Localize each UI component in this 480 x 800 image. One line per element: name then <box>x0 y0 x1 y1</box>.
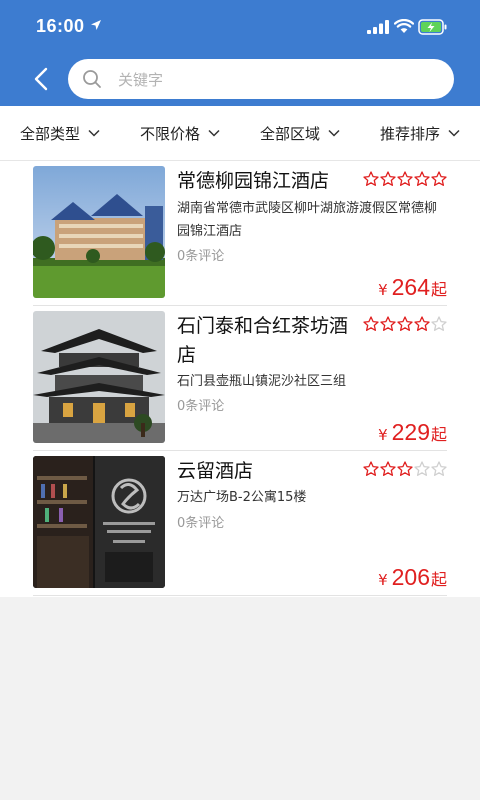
search-input[interactable] <box>116 59 440 101</box>
star-icon <box>414 171 430 186</box>
price-currency: ¥ <box>378 571 388 589</box>
star-icon <box>363 461 379 476</box>
filter-area-label: 全部区域 <box>259 124 320 143</box>
star-icon <box>397 171 413 186</box>
star-icon <box>431 316 447 331</box>
chevron-left-icon <box>34 67 48 91</box>
search-icon <box>83 70 101 88</box>
star-icon <box>380 171 396 186</box>
hotel-address: 万达广场B-2公寓15楼 <box>177 490 307 505</box>
price-currency: ¥ <box>378 281 388 299</box>
star-icon <box>397 316 413 331</box>
star-rating <box>363 316 447 332</box>
hotel-photo <box>33 311 165 443</box>
filter-type-dropdown[interactable]: 全部类型 <box>0 106 120 160</box>
filter-bar: 全部类型 不限价格 全部区域 推荐排序 <box>0 106 480 161</box>
review-count: 0条评论 <box>177 249 225 264</box>
signal-icon <box>367 20 389 34</box>
price-amount: 264 <box>391 274 430 300</box>
status-bar: 16:00 <box>0 0 480 54</box>
chevron-down-icon <box>328 129 340 137</box>
chevron-down-icon <box>448 129 460 137</box>
price-amount: 206 <box>391 564 430 590</box>
hotel-address: 湖南省常德市武陵区柳叶湖旅游渡假区常德柳园锦江酒店 <box>177 201 438 239</box>
hotel-address: 石门县壶瓶山镇泥沙社区三组 <box>177 374 347 389</box>
star-icon <box>380 316 396 331</box>
filter-type-label: 全部类型 <box>19 124 80 143</box>
star-icon <box>414 316 430 331</box>
star-icon <box>363 171 379 186</box>
hotel-list: 常德柳园锦江酒店 湖南省常德市武陵区柳叶湖旅游渡假区常德柳园锦江酒店 0条评论 … <box>0 161 480 597</box>
star-icon <box>363 316 379 331</box>
hotel-name: 常德柳园锦江酒店 <box>177 170 330 192</box>
star-icon <box>414 461 430 476</box>
filter-price-dropdown[interactable]: 不限价格 <box>120 106 240 160</box>
star-icon <box>380 461 396 476</box>
hotel-price: ¥ 229 起 <box>378 419 447 446</box>
location-arrow-icon <box>91 20 101 30</box>
hotel-card[interactable]: 石门泰和合红茶坊酒店 石门县壶瓶山镇泥沙社区三组 0条评论 ¥ 229 起 <box>33 306 447 451</box>
star-icon <box>431 461 447 476</box>
hotel-card[interactable]: 常德柳园锦江酒店 湖南省常德市武陵区柳叶湖旅游渡假区常德柳园锦江酒店 0条评论 … <box>33 161 447 306</box>
star-icon <box>431 171 447 186</box>
price-currency: ¥ <box>378 426 388 444</box>
hotel-card[interactable]: 云留酒店 万达广场B-2公寓15楼 0条评论 ¥ 206 起 <box>33 451 447 596</box>
search-box[interactable] <box>68 59 454 101</box>
filter-sort-label: 推荐排序 <box>379 124 440 143</box>
status-time: 16:00 <box>36 16 85 36</box>
header: 16:00 <box>0 0 480 106</box>
star-rating <box>363 461 447 477</box>
review-count: 0条评论 <box>177 516 225 531</box>
review-count: 0条评论 <box>177 399 225 414</box>
back-button[interactable] <box>24 62 58 96</box>
filter-price-label: 不限价格 <box>139 124 200 143</box>
hotel-price: ¥ 206 起 <box>378 564 447 591</box>
hotel-name: 石门泰和合红茶坊酒店 <box>177 315 349 366</box>
hotel-photo <box>33 456 165 588</box>
hotel-name: 云留酒店 <box>177 460 254 482</box>
price-suffix: 起 <box>430 280 447 299</box>
price-amount: 229 <box>391 419 430 445</box>
hotel-price: ¥ 264 起 <box>378 274 447 301</box>
chevron-down-icon <box>88 129 100 137</box>
filter-area-dropdown[interactable]: 全部区域 <box>240 106 360 160</box>
chevron-down-icon <box>208 129 220 137</box>
hotel-photo <box>33 166 165 298</box>
battery-charging-icon <box>418 19 447 35</box>
star-rating <box>363 171 447 187</box>
star-icon <box>397 461 413 476</box>
filter-sort-dropdown[interactable]: 推荐排序 <box>360 106 480 160</box>
wifi-icon <box>394 19 414 33</box>
price-suffix: 起 <box>430 425 447 444</box>
price-suffix: 起 <box>430 570 447 589</box>
